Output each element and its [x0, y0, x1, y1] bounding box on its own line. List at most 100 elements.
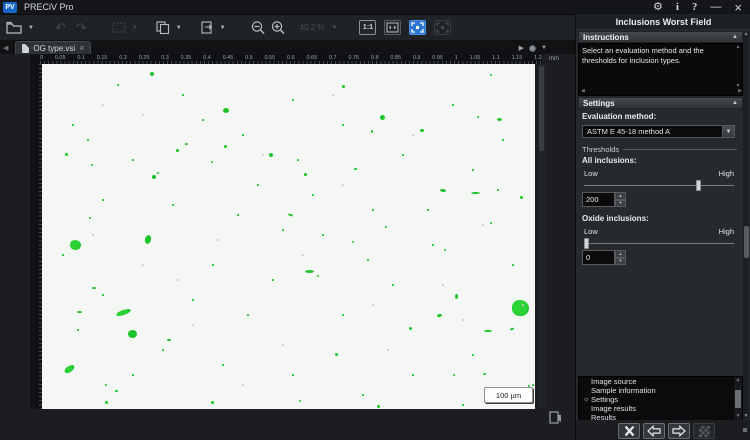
ruler-tick-label: 1.05	[469, 55, 481, 61]
workflow-step-settings[interactable]: ☼ Settings	[579, 395, 742, 404]
open-dropdown-icon[interactable]: ▼	[26, 25, 36, 31]
panel-vertical-scrollbar[interactable]: ▲ ▼	[743, 31, 749, 419]
workflow-step-image-source[interactable]: Image source	[579, 377, 742, 386]
horizontal-ruler: 0 0.05 0.1 0.15 0.2 0.25 0.3 0.35 0.4 0.45 0.5 0.55…	[40, 54, 542, 64]
all-inclusions-slider[interactable]	[584, 180, 734, 191]
all-inclusions-value[interactable]: 200	[582, 192, 615, 207]
copy-dropdown-icon[interactable]: ▼	[174, 25, 184, 31]
cancel-button[interactable]	[618, 423, 640, 439]
slider-thumb[interactable]	[696, 180, 701, 191]
inclusion-particle	[471, 192, 480, 194]
document-tab-bar: ◀ OG type.vsi × ▶ ▼	[0, 40, 575, 54]
panel-scrollbar-thumb[interactable]	[743, 226, 749, 258]
zoom-level-dropdown-icon: ▼	[331, 24, 338, 31]
instructions-horizontal-scrollbar[interactable]: ◀ ▶	[579, 88, 744, 95]
inclusion-particle	[115, 390, 118, 392]
layers-dropdown-icon[interactable]: ▼	[541, 45, 547, 51]
collapse-icon[interactable]: ▲	[732, 34, 738, 40]
evaluation-method-value[interactable]: ASTM E 45-18 method A	[582, 125, 723, 138]
dropdown-arrow-icon[interactable]: ▼	[723, 125, 735, 138]
spin-up-icon[interactable]: ▲	[615, 192, 626, 200]
inclusion-particle	[455, 294, 458, 299]
slider-track[interactable]	[584, 243, 734, 244]
instructions-vertical-scrollbar[interactable]: ▲ ▼	[734, 44, 742, 90]
slider-track[interactable]	[584, 185, 734, 186]
inclusion-speck	[292, 99, 294, 101]
resize-grip[interactable]	[743, 428, 747, 432]
inclusion-particle	[105, 384, 107, 386]
select-region-button	[112, 18, 126, 38]
copy-button[interactable]	[156, 18, 170, 38]
next-step-button[interactable]	[668, 423, 690, 439]
workflow-step-label: Sample information	[591, 386, 656, 395]
zoom-out-button[interactable]	[250, 18, 266, 38]
tab-close-icon[interactable]: ×	[79, 44, 84, 53]
workflow-step-sample-information[interactable]: Sample information	[579, 386, 742, 395]
scroll-left-icon[interactable]: ◀	[581, 89, 585, 94]
ruler-unit-label: mm	[549, 56, 559, 62]
workflow-step-image-results[interactable]: Image results	[579, 404, 742, 413]
ruler-tick-label: 0.75	[348, 55, 360, 61]
inclusion-particle	[63, 363, 76, 375]
inclusion-speck	[132, 159, 134, 161]
paste-dropdown-icon[interactable]: ▼	[218, 25, 228, 31]
fit-width-button[interactable]	[384, 20, 402, 35]
layers-icon[interactable]	[529, 44, 537, 52]
navigation-scrollbar-thumb[interactable]	[735, 389, 741, 408]
thresholds-group: Thresholds	[582, 145, 737, 154]
scroll-right-icon[interactable]: ▶	[738, 89, 742, 94]
settings-gear-icon[interactable]: ⚙	[653, 1, 663, 13]
bookmark-icon[interactable]	[548, 410, 562, 425]
inclusion-particle	[477, 116, 479, 118]
oxide-inclusions-spinbox[interactable]: 0 ▲ ▼	[582, 250, 626, 265]
dust-speck	[372, 304, 374, 306]
collapse-icon[interactable]: ▲	[732, 100, 738, 106]
close-icon[interactable]: ×	[734, 1, 742, 14]
inclusion-particle	[143, 234, 153, 245]
all-inclusions-spinbox[interactable]: 200 ▲ ▼	[582, 192, 626, 207]
scroll-down-icon[interactable]: ▼	[744, 413, 749, 419]
microscopy-image-canvas[interactable]: 100 µm	[42, 64, 535, 409]
fit-to-screen-button[interactable]	[409, 20, 427, 35]
ruler-tick-label: 0.7	[328, 55, 337, 61]
spin-up-icon[interactable]: ▲	[615, 250, 626, 258]
tab-scroll-right-icon[interactable]: ▶	[519, 44, 524, 52]
zoom-one-to-one-button[interactable]: 1:1	[359, 20, 377, 35]
slider-thumb[interactable]	[583, 238, 589, 249]
info-icon[interactable]: i	[676, 1, 679, 13]
scale-bar-label: 100 µm	[495, 390, 522, 400]
oxide-inclusions-slider[interactable]	[583, 238, 734, 249]
document-tab[interactable]: OG type.vsi ×	[15, 41, 92, 54]
inclusion-particle	[483, 373, 486, 375]
scroll-up-icon[interactable]: ▲	[736, 378, 741, 383]
evaluation-method-dropdown[interactable]: ASTM E 45-18 method A ▼	[582, 125, 735, 138]
image-scrollbar-thumb[interactable]	[539, 66, 544, 151]
minimize-icon[interactable]: —	[710, 1, 721, 13]
paste-button[interactable]	[200, 18, 214, 38]
inclusion-particle	[224, 145, 227, 148]
ruler-tick-label: 0.55	[264, 55, 276, 61]
settings-section-header[interactable]: Settings ▲	[578, 97, 743, 109]
oxide-inclusions-value[interactable]: 0	[582, 250, 615, 265]
zoom-in-button[interactable]	[270, 18, 286, 38]
navigation-scrollbar[interactable]: ▲ ▼	[734, 377, 742, 420]
spin-down-icon[interactable]: ▼	[615, 199, 626, 207]
ruler-tick-label: 0.15	[96, 55, 108, 61]
inclusion-particle	[92, 287, 96, 289]
help-icon[interactable]: ?	[692, 1, 698, 13]
tab-scroll-left-icon[interactable]: ◀	[0, 44, 11, 54]
overview-button	[434, 20, 452, 35]
spin-down-icon[interactable]: ▼	[615, 257, 626, 265]
inclusion-particle	[176, 149, 179, 152]
image-vertical-scrollbar[interactable]	[538, 64, 545, 409]
scroll-up-icon[interactable]: ▲	[736, 45, 741, 50]
inclusion-speck	[427, 209, 429, 211]
inclusions-worst-field-panel: Inclusions Worst Field Instructions ▲ Se…	[575, 14, 750, 440]
scroll-up-icon[interactable]: ▲	[744, 31, 749, 37]
open-image-button[interactable]	[6, 18, 22, 38]
inclusion-speck	[77, 329, 79, 331]
scroll-down-icon[interactable]: ▼	[736, 414, 741, 419]
previous-step-button[interactable]	[643, 423, 665, 439]
instructions-section-header[interactable]: Instructions ▲	[578, 31, 743, 43]
inclusion-particle	[490, 222, 492, 224]
